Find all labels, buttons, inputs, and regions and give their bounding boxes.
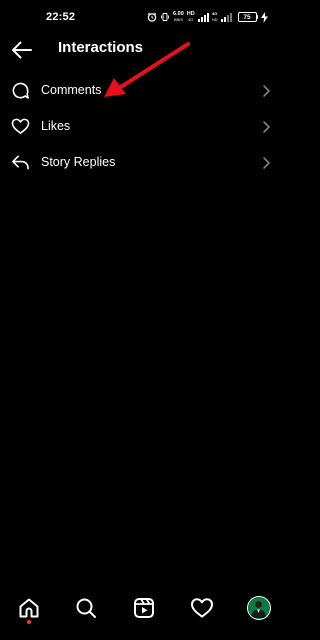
- back-button[interactable]: [10, 38, 34, 62]
- comment-icon: [12, 82, 29, 99]
- signal-icon: [197, 13, 209, 22]
- heart-icon[interactable]: [190, 596, 214, 620]
- net-speed: 6.00 KB/S: [173, 11, 184, 22]
- charging-icon: [261, 11, 268, 23]
- profile-avatar[interactable]: [247, 596, 271, 620]
- list-item-label: Story Replies: [41, 155, 116, 169]
- avatar-image: [248, 597, 269, 618]
- chevron-right-icon: [263, 157, 271, 169]
- back-arrow-icon: [12, 41, 32, 59]
- reply-icon: [12, 155, 29, 170]
- annotation-arrow: [104, 42, 190, 97]
- status-icons: 6.00 KB/S HD 4G 4G HD 75: [147, 10, 268, 24]
- battery-level: 75: [243, 13, 251, 21]
- signal-icon-secondary: [220, 13, 232, 22]
- battery-indicator: 75: [237, 12, 258, 22]
- list-item-label: Likes: [41, 119, 71, 133]
- chevron-right-icon: [263, 121, 271, 133]
- list-item-label: Comments: [41, 83, 102, 97]
- chevron-right-icon: [263, 85, 271, 97]
- vibrate-icon: [161, 13, 169, 21]
- alarm-icon: [147, 12, 157, 22]
- list-item-story-replies[interactable]: Story Replies: [0, 145, 288, 181]
- network-type: HD 4G: [186, 11, 195, 22]
- search-icon[interactable]: [74, 596, 98, 620]
- heart-icon: [11, 118, 30, 134]
- list-item-likes[interactable]: Likes: [0, 109, 288, 145]
- status-bar: 22:52 6.00 KB/S HD 4G 4G HD 75: [0, 0, 288, 36]
- network-type-secondary: 4G HD: [211, 11, 218, 22]
- active-indicator-dot: [27, 620, 31, 624]
- bottom-nav: [0, 588, 288, 640]
- home-icon[interactable]: [17, 596, 41, 620]
- reels-icon[interactable]: [132, 596, 156, 620]
- status-time: 22:52: [46, 11, 76, 23]
